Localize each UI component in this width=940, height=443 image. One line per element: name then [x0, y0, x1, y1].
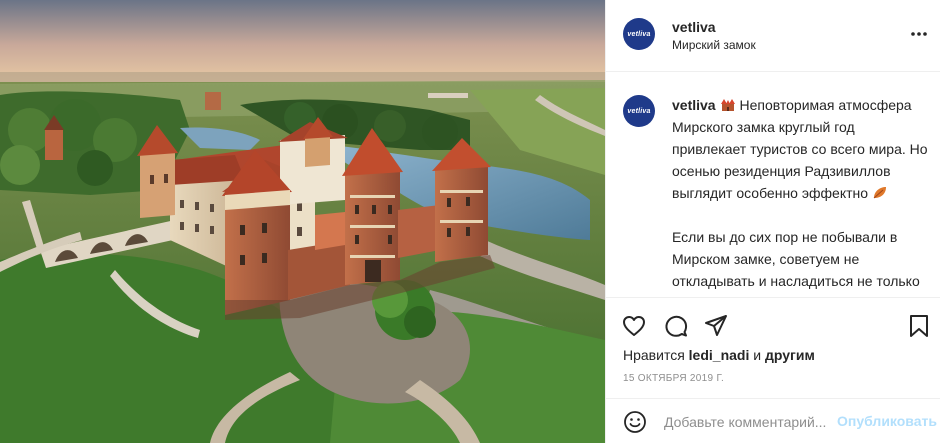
smile-icon[interactable] [623, 410, 647, 434]
comment-icon[interactable] [663, 313, 689, 339]
caption-paragraph: vetliva Неповторимая атмосфера Мирского … [672, 94, 930, 204]
avatar-logo-text: vetliva [627, 30, 651, 38]
publish-button[interactable]: Опубликовать [837, 413, 937, 429]
post-side-panel: vetliva vetliva Мирский замок vetliva ve… [605, 0, 940, 443]
avatar-logo-text: vetliva [627, 107, 651, 115]
avatar[interactable]: vetliva [623, 18, 655, 50]
post-header: vetliva vetliva Мирский замок [606, 0, 940, 72]
caption-body-2: Если вы до сих пор не побывали в Мирском… [672, 229, 920, 297]
comment-input[interactable] [664, 410, 832, 434]
more-options-icon[interactable] [909, 24, 929, 44]
likes-prefix: Нравится [623, 347, 685, 363]
likes-and: и [753, 347, 762, 363]
likes-others-link[interactable]: другим [765, 347, 815, 363]
caption-username[interactable]: vetliva [672, 97, 716, 113]
castle-photo [0, 0, 605, 443]
post-actions [606, 305, 940, 345]
bookmark-icon[interactable] [906, 313, 932, 339]
post-location[interactable]: Мирский замок [672, 38, 756, 52]
caption-area: vetliva vetliva Неповторимая атмосфера М… [606, 73, 940, 298]
likes-summary: Нравится ledi_nadi и другим [623, 347, 815, 363]
post-photo[interactable] [0, 0, 605, 443]
post-date[interactable]: 15 ОКТЯБРЯ 2019 Г. [623, 373, 724, 384]
caption-paragraph: Если вы до сих пор не побывали в Мирском… [672, 226, 930, 297]
likes-user-link[interactable]: ledi_nadi [689, 347, 750, 363]
header-username[interactable]: vetliva [672, 19, 716, 35]
comment-bar: Опубликовать [606, 398, 940, 443]
leaf-emoji-icon [873, 187, 886, 199]
caption-avatar[interactable]: vetliva [623, 95, 655, 127]
heart-icon[interactable] [621, 313, 647, 339]
castle-emoji-icon [720, 99, 735, 111]
share-icon[interactable] [703, 313, 729, 339]
caption-text: vetliva Неповторимая атмосфера Мирского … [672, 94, 930, 297]
